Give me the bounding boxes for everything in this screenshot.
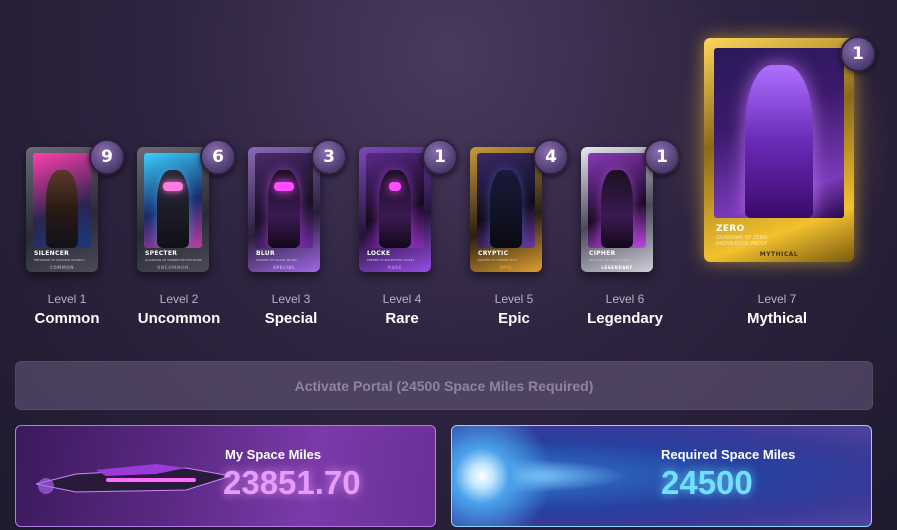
card-name: ZERO: [716, 224, 745, 234]
card-name: CIPHER: [589, 250, 616, 257]
card-art: [144, 153, 202, 248]
card-rarity: COMMON: [49, 265, 75, 270]
tier-name: Legendary: [587, 310, 663, 327]
card-rarity: SPECIAL: [272, 265, 296, 270]
card-name: LOCKE: [367, 250, 391, 257]
card-count-badge: 4: [533, 139, 569, 175]
card-name: SPECTER: [145, 250, 178, 257]
card-count-badge: 9: [89, 139, 125, 175]
card-legendary[interactable]: CIPHER DECODER OF DARK CODES LEGENDARY: [581, 147, 653, 272]
level-label: Level 3: [271, 292, 311, 306]
level-label: Level 2: [159, 292, 199, 306]
card-rarity: MYTHICAL: [759, 251, 799, 258]
card-art: [33, 153, 91, 248]
card-rarity: UNCOMMON: [157, 265, 189, 270]
tier-name: Common: [34, 310, 100, 327]
card-uncommon[interactable]: SPECTER GUARDIAN OF UNSEEN PROTECTIONS U…: [137, 147, 209, 272]
card-subtitle: MASTER OF DIGITAL BLURS: [256, 258, 297, 262]
card-subtitle: GUARDIAN OF ZERO-KNOWLEDGE PROOF: [716, 235, 769, 247]
level-label: Level 1: [47, 292, 87, 306]
card-art: [477, 153, 535, 248]
card-count-badge: 6: [200, 139, 236, 175]
card-epic[interactable]: CRYPTIC MASTER OF HIDDEN KEYS EPIC: [470, 147, 542, 272]
card-rarity: EPIC: [499, 265, 513, 270]
card-rarity: LEGENDARY: [601, 265, 633, 270]
card-count-badge: 1: [840, 36, 876, 72]
tier-name: Special: [264, 310, 318, 327]
card-common[interactable]: SILENCER ENFORCER OF SHADOW SECRECY COMM…: [26, 147, 98, 272]
card-name: CRYPTIC: [478, 250, 509, 257]
card-rare[interactable]: LOCKE KEEPER OF ENCRYPTED VAULTS RARE: [359, 147, 431, 272]
card-art: [588, 153, 646, 248]
tier-name: Epic: [498, 310, 530, 327]
portal-icon: [452, 426, 552, 526]
card-name: SILENCER: [34, 250, 70, 257]
tier-name: Uncommon: [137, 310, 221, 327]
card-art: [714, 48, 844, 218]
card-subtitle: DECODER OF DARK CODES: [589, 258, 630, 262]
level-label: Level 5: [494, 292, 534, 306]
activate-portal-button[interactable]: Activate Portal (24500 Space Miles Requi…: [15, 361, 873, 410]
card-count-badge: 3: [311, 139, 347, 175]
card-special[interactable]: BLUR MASTER OF DIGITAL BLURS SPECIAL: [248, 147, 320, 272]
card-art: [255, 153, 313, 248]
required-miles-value: 24500: [661, 464, 753, 501]
card-name: BLUR: [256, 250, 275, 257]
card-mythical[interactable]: ZERO GUARDIAN OF ZERO-KNOWLEDGE PROOF MY…: [664, 18, 894, 278]
tier-name: Mythical: [746, 310, 807, 327]
card-subtitle: ENFORCER OF SHADOW SECRECY: [34, 258, 85, 262]
card-subtitle: MASTER OF HIDDEN KEYS: [478, 258, 517, 262]
card-count-badge: 1: [422, 139, 458, 175]
card-rarity: RARE: [388, 265, 402, 270]
card-subtitle: KEEPER OF ENCRYPTED VAULTS: [367, 258, 415, 262]
card-subtitle: GUARDIAN OF UNSEEN PROTECTIONS: [145, 258, 202, 262]
card-art: [366, 153, 424, 248]
tier-name: Rare: [385, 310, 419, 327]
spaceship-icon: [36, 464, 232, 494]
my-miles-value: 23851.70: [223, 464, 361, 501]
my-space-miles-panel: My Space Miles 23851.70: [15, 425, 436, 527]
level-label: Level 7: [757, 292, 797, 306]
required-miles-title: Required Space Miles: [661, 447, 796, 462]
level-label: Level 6: [605, 292, 645, 306]
my-miles-title: My Space Miles: [225, 447, 322, 462]
required-space-miles-panel: Required Space Miles 24500: [451, 425, 872, 527]
level-label: Level 4: [382, 292, 422, 306]
